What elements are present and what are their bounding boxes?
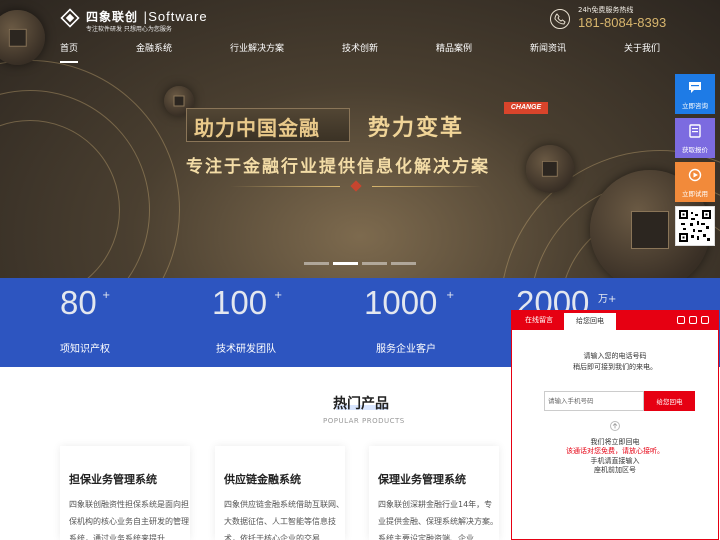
hero-tagline: 专注于金融行业提供信息化解决方案: [186, 157, 490, 177]
arrow-up-icon: [610, 421, 620, 431]
landline-note: 座机前加区号: [594, 466, 636, 474]
card-title: 保理业务管理系统: [378, 473, 466, 486]
hero-headline-1: 助力中国金融: [194, 116, 320, 140]
resize-icon[interactable]: [689, 316, 697, 324]
logo-cn-name: 四象联创: [86, 10, 139, 24]
main-nav: 首页 金融系统 行业解决方案 技术创新 精品案例 新闻资讯 关于我们: [0, 38, 720, 64]
stat-value: 1000: [364, 284, 438, 321]
card-title: 供应链金融系统: [224, 473, 301, 486]
card-desc: 四象供应链金融系统借助互联网、大数据征信、人工智能等信息技术，依托于核心企业的交…: [224, 500, 344, 540]
nav-item-finance[interactable]: 金融系统: [136, 41, 172, 54]
stat-suffix: +: [446, 290, 455, 301]
slider-dot-4[interactable]: [391, 262, 416, 265]
nav-item-solutions[interactable]: 行业解决方案: [230, 41, 284, 54]
close-icon[interactable]: [701, 316, 709, 324]
card-title: 担保业务管理系统: [69, 473, 157, 486]
logo-slogan: 专注软件研发 只想用心为您服务: [86, 26, 172, 33]
stat-team: 100 + 技术研发团队: [212, 284, 362, 364]
accent-diamond: [350, 180, 362, 192]
minimize-icon[interactable]: [677, 316, 685, 324]
stat-label: 服务企业客户: [376, 344, 436, 355]
chat-icon: [689, 82, 701, 93]
nav-item-news[interactable]: 新闻资讯: [530, 41, 566, 54]
hotline: 24h免费服务热线 181-8084-8393: [550, 5, 670, 31]
coin-decoration: [526, 145, 574, 193]
slider-dot-1[interactable]: [304, 262, 329, 265]
callback-hint-2: 稍后即可接到我们的来电。: [573, 363, 657, 371]
consult-button[interactable]: 立即咨询: [675, 74, 715, 114]
section-title: 热门产品: [333, 396, 389, 412]
stat-suffix: +: [102, 290, 111, 301]
accent-line: [230, 186, 340, 187]
logo-mark-icon: [60, 8, 80, 28]
product-card-factoring[interactable]: 保理业务管理系统 四象联创深耕金融行业14年，专业提供金融、保理系统解决方案。系…: [369, 446, 499, 540]
phone-input[interactable]: [544, 391, 644, 411]
slider-dot-2[interactable]: [333, 262, 358, 265]
callback-free-note: 该通话对您免费，请放心接听。: [566, 447, 664, 455]
section-subtitle: POPULAR PRODUCTS: [323, 417, 405, 425]
widget-header: 在线留言 给您回电: [512, 311, 718, 330]
nav-item-cases[interactable]: 精品案例: [436, 41, 472, 54]
product-card-supply-chain[interactable]: 供应链金融系统 四象供应链金融系统借助互联网、大数据征信、人工智能等信息技术，依…: [215, 446, 345, 540]
callback-submit-button[interactable]: 给您回电: [644, 391, 695, 411]
stat-suffix: +: [274, 290, 283, 301]
hero-headline-2: 势力变革: [368, 116, 465, 141]
qr-code-icon: [679, 210, 711, 242]
nav-item-about[interactable]: 关于我们: [624, 41, 660, 54]
phone-icon: [550, 9, 570, 29]
logo-text: 四象联创 |Software: [86, 8, 208, 25]
product-card-guarantee[interactable]: 担保业务管理系统 四象联创融资性担保系统是面向担保机构的核心业务自主研发的管理系…: [60, 446, 190, 540]
site-logo[interactable]: 四象联创 |Software 专注软件研发 只想用心为您服务: [60, 6, 207, 33]
slider-dot-3[interactable]: [362, 262, 387, 265]
accent-line: [372, 186, 482, 187]
nav-item-home[interactable]: 首页: [60, 41, 79, 63]
nav-item-tech[interactable]: 技术创新: [342, 41, 378, 54]
card-desc: 四象联创融资性担保系统是面向担保机构的核心业务自主研发的管理系统，通过业务系统来…: [69, 500, 189, 540]
callback-hint: 请输入您的电话号码: [583, 352, 647, 360]
trial-icon: [688, 168, 702, 182]
callback-widget: 在线留言 给您回电 请输入您的电话号码 稍后即可接到我们的来电。 给您回电 我们…: [511, 310, 719, 540]
trial-button[interactable]: 立即试用: [675, 162, 715, 202]
stat-ip: 80 + 项知识产权: [60, 284, 210, 364]
card-desc: 四象联创深耕金融行业14年，专业提供金融、保理系统解决方案。系统主要设定融资端、…: [378, 500, 498, 540]
tab-message[interactable]: 在线留言: [516, 311, 562, 330]
stat-suffix: 万+: [598, 294, 617, 305]
trial-label: 立即试用: [682, 190, 708, 198]
logo-en-name: Software: [148, 9, 208, 24]
quote-button[interactable]: 获取报价: [675, 118, 715, 158]
tab-callback[interactable]: 给您回电: [564, 311, 616, 330]
change-badge: CHANGE: [504, 102, 548, 114]
qr-code: [675, 206, 715, 246]
stat-value: 80: [60, 284, 97, 321]
hotline-label: 24h免费服务热线: [578, 6, 634, 14]
hero-banner[interactable]: 四象联创 |Software 专注软件研发 只想用心为您服务 24h免费服务热线…: [0, 0, 720, 278]
hotline-number[interactable]: 181-8084-8393: [578, 15, 666, 30]
consult-label: 立即咨询: [682, 102, 708, 110]
quote-label: 获取报价: [682, 146, 708, 154]
stat-label: 技术研发团队: [216, 344, 276, 355]
stat-clients: 1000 + 服务企业客户: [364, 284, 514, 364]
stat-value: 100: [212, 284, 268, 321]
document-icon: [689, 124, 701, 138]
slider-dots: [304, 262, 416, 266]
stat-label: 项知识产权: [60, 344, 110, 355]
